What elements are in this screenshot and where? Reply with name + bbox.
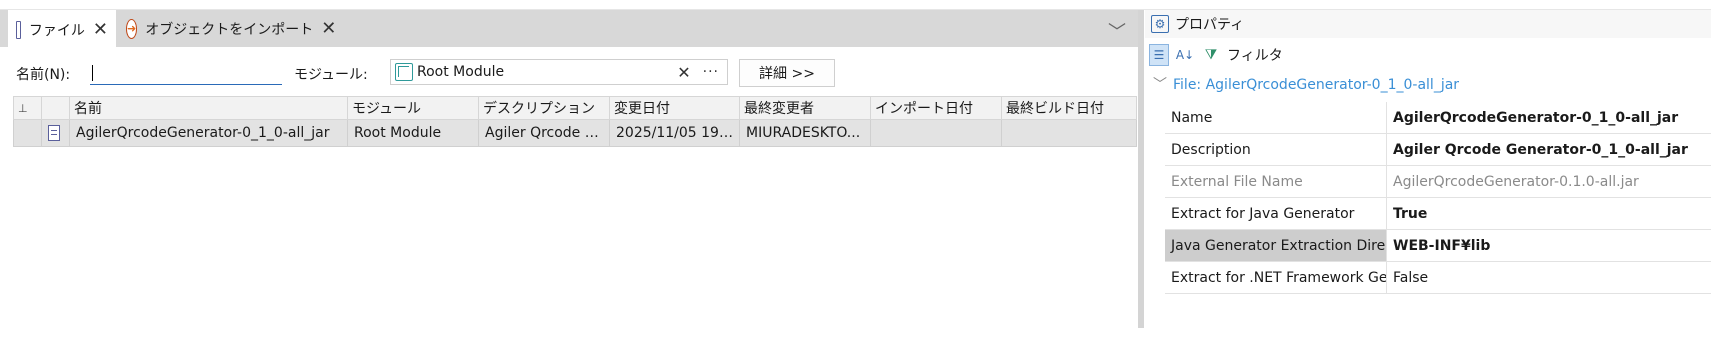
table-row[interactable]: AgilerQrcodeGenerator-0_1_0-all_jar Root…	[13, 119, 1137, 147]
tab-import-objects[interactable]: ➜ オブジェクトをインポート ✕	[118, 10, 336, 47]
property-key: Extract for .NET Framework Generator	[1165, 261, 1387, 294]
clear-icon[interactable]: ✕	[677, 63, 690, 82]
name-input[interactable]	[90, 62, 282, 85]
property-row-external-file-name[interactable]: External File Name AgilerQrcodeGenerator…	[1165, 165, 1711, 198]
module-selector[interactable]: Root Module ✕ ···	[390, 59, 728, 85]
filter-label[interactable]: フィルタ	[1227, 45, 1283, 65]
more-icon[interactable]: ···	[703, 64, 719, 80]
chevron-down-icon[interactable]: ﹀	[1153, 77, 1167, 93]
property-value[interactable]: AgilerQrcodeGenerator-0_1_0-all_jar	[1386, 102, 1711, 134]
cell-build-date[interactable]	[1001, 119, 1137, 147]
filter-bar: 名前(N): モジュール: Root Module ✕ ··· 詳細 >>	[0, 54, 1138, 94]
text-caret	[92, 65, 93, 81]
module-cube-icon	[395, 63, 413, 81]
cell-module[interactable]: Root Module	[347, 119, 479, 147]
detail-button[interactable]: 詳細 >>	[739, 59, 835, 87]
files-grid: ⊥ 名前 モジュール デスクリプション 変更日付 最終変更者 インポート日付 最…	[13, 96, 1137, 147]
property-value[interactable]: Agiler Qrcode Generator-0_1_0-all_jar	[1386, 133, 1711, 166]
cell-description[interactable]: Agiler Qrcode G...	[478, 119, 610, 147]
property-key: External File Name	[1165, 165, 1387, 198]
properties-header: ⚙ プロパティ	[1145, 10, 1711, 38]
tab-bar: ファイル ✕ ➜ オブジェクトをインポート ✕ ﹀	[0, 10, 1138, 47]
gear-icon: ⚙	[1151, 15, 1169, 33]
cell-name[interactable]: AgilerQrcodeGenerator-0_1_0-all_jar	[69, 119, 348, 147]
sort-az-icon[interactable]: A↓	[1175, 44, 1195, 66]
tab-files-label: ファイル	[28, 22, 85, 39]
properties-title: プロパティ	[1175, 17, 1245, 33]
module-value: Root Module	[417, 64, 505, 80]
column-header-modified-by[interactable]: 最終変更者	[739, 96, 871, 120]
column-header-build-date[interactable]: 最終ビルド日付	[1001, 96, 1137, 120]
property-object-title[interactable]: ﹀ File: AgilerQrcodeGenerator-0_1_0-all_j…	[1153, 74, 1459, 94]
close-icon[interactable]: ✕	[321, 19, 336, 38]
name-label: 名前(N):	[16, 67, 71, 83]
tab-import-label: オブジェクトをインポート	[145, 21, 314, 38]
cell-modified-date[interactable]: 2025/11/05 19:37	[609, 119, 740, 147]
pane-splitter[interactable]	[1138, 10, 1144, 328]
property-key: Java Generator Extraction Directory	[1165, 229, 1387, 262]
grid-header-row: ⊥ 名前 モジュール デスクリプション 変更日付 最終変更者 インポート日付 最…	[13, 96, 1137, 120]
property-row-java-extraction-directory[interactable]: Java Generator Extraction Directory WEB-…	[1165, 229, 1711, 262]
import-icon: ➜	[126, 18, 138, 39]
properties-toolbar: ☰ A↓ ⧩ フィルタ	[1145, 42, 1283, 68]
cell-import-date[interactable]	[870, 119, 1002, 147]
file-icon	[16, 20, 21, 39]
row-icon-cell	[41, 119, 70, 147]
pin-icon: ⊥	[18, 102, 28, 115]
properties-pane: ⚙ プロパティ ☰ A↓ ⧩ フィルタ ﹀ File: AgilerQrcodeG…	[1145, 10, 1711, 328]
property-value[interactable]: False	[1386, 261, 1711, 294]
row-pin-cell	[13, 119, 42, 147]
property-grid: Name AgilerQrcodeGenerator-0_1_0-all_jar…	[1165, 102, 1711, 294]
icon-column-header	[41, 96, 70, 120]
pin-column-header[interactable]: ⊥	[13, 96, 42, 120]
column-header-import-date[interactable]: インポート日付	[870, 96, 1002, 120]
property-row-extract-java[interactable]: Extract for Java Generator True	[1165, 197, 1711, 230]
cell-modified-by[interactable]: MIURADESKTO...	[739, 119, 871, 147]
property-value[interactable]: True	[1386, 197, 1711, 230]
column-header-module[interactable]: モジュール	[347, 96, 479, 120]
close-icon[interactable]: ✕	[93, 20, 108, 39]
column-header-description[interactable]: デスクリプション	[478, 96, 610, 120]
column-header-name[interactable]: 名前	[69, 96, 348, 120]
property-value[interactable]: WEB-INF¥lib	[1386, 229, 1711, 262]
property-row-description[interactable]: Description Agiler Qrcode Generator-0_1_…	[1165, 133, 1711, 166]
categorized-view-icon[interactable]: ☰	[1149, 44, 1169, 66]
top-edge	[0, 0, 1711, 10]
property-value: AgilerQrcodeGenerator-0.1.0-all.jar	[1386, 165, 1711, 198]
property-key: Name	[1165, 102, 1387, 134]
tab-files[interactable]: ファイル ✕	[8, 10, 116, 47]
files-pane: ファイル ✕ ➜ オブジェクトをインポート ✕ ﹀ 名前(N): モジュール: …	[0, 10, 1138, 328]
property-key: Description	[1165, 133, 1387, 166]
chevron-down-icon[interactable]: ﹀	[1108, 18, 1126, 44]
property-row-name[interactable]: Name AgilerQrcodeGenerator-0_1_0-all_jar	[1165, 102, 1711, 134]
object-title-text: File: AgilerQrcodeGenerator-0_1_0-all_ja…	[1173, 77, 1460, 93]
filter-icon[interactable]: ⧩	[1201, 44, 1221, 66]
column-header-modified-date[interactable]: 変更日付	[609, 96, 740, 120]
module-label: モジュール:	[294, 67, 368, 83]
property-row-extract-dotnet[interactable]: Extract for .NET Framework Generator Fal…	[1165, 261, 1711, 294]
property-key: Extract for Java Generator	[1165, 197, 1387, 230]
file-icon	[48, 125, 60, 141]
